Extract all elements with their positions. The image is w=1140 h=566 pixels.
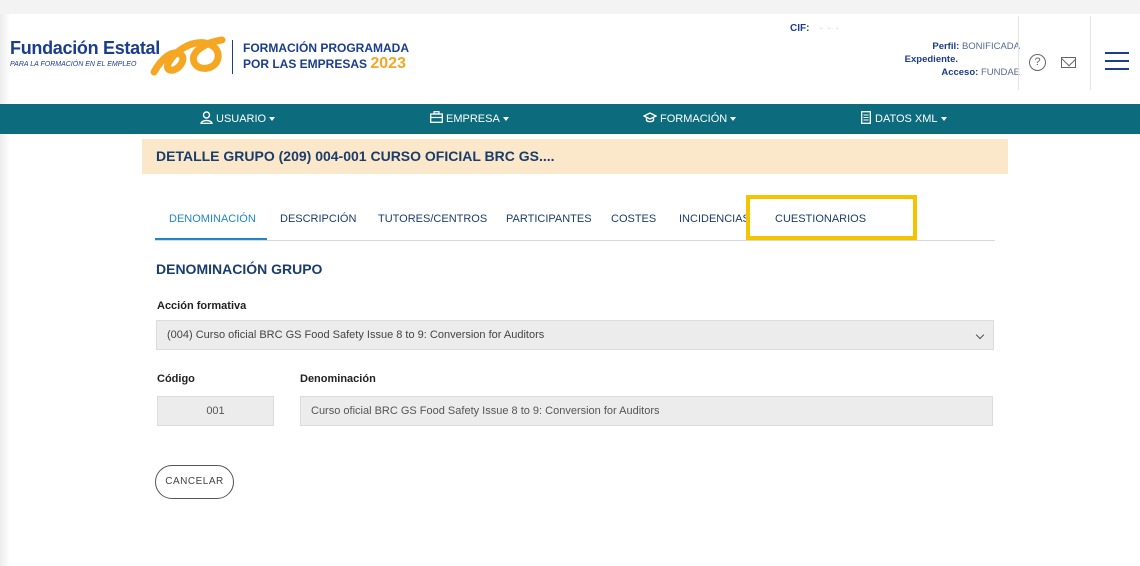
tab-tutores-centros[interactable]: TUTORES/CENTROS [378, 209, 487, 240]
highlight-box [746, 195, 917, 240]
acceso-value: FUNDAE [980, 67, 1020, 78]
tab-denominacion[interactable]: DENOMINACIÓN [155, 209, 267, 240]
codigo-field[interactable]: 001 [157, 396, 274, 426]
program-title: FORMACIÓN PROGRAMADA POR LAS EMPRESAS 20… [243, 40, 409, 72]
cancel-button[interactable]: CANCELAR [155, 465, 234, 499]
accion-formativa-label: Acción formativa [157, 300, 247, 312]
caret-down-icon [269, 117, 276, 122]
perfil-value: BONIFICADA [961, 41, 1020, 52]
expediente-label: Expediente. [904, 54, 958, 65]
accion-formativa-value: (004) Curso oficial BRC GS Food Safety I… [167, 329, 545, 341]
perfil-row: Perfil: BONIFICADA [905, 40, 1020, 53]
section-title: DENOMINACIÓN GRUPO [156, 261, 323, 277]
nav-empresa-label: EMPRESA [446, 113, 500, 125]
program-year: 2023 [370, 55, 406, 72]
denominacion-label: Denominación [300, 373, 376, 385]
caret-down-icon [940, 117, 947, 122]
program-line-2: POR LAS EMPRESAS 2023 [243, 56, 409, 72]
top-strip [0, 0, 1140, 14]
brand-subtitle: PARA LA FORMACIÓN EN EL EMPLEO [10, 61, 137, 68]
program-line-2-text: POR LAS EMPRESAS [243, 57, 368, 71]
page-title: DETALLE GRUPO (209) 004-001 CURSO OFICIA… [156, 148, 555, 164]
caret-down-icon [502, 117, 509, 122]
nav-usuario[interactable]: USUARIO [200, 104, 276, 134]
menu-bar [1105, 68, 1129, 70]
tab-participantes[interactable]: PARTICIPANTES [506, 209, 592, 240]
fundae-logo [150, 36, 226, 76]
expediente-row: Expediente. [905, 53, 1020, 66]
cif-value: · · · [819, 23, 840, 34]
nav-datos-xml-label: DATOS XML [875, 113, 938, 125]
brand-title: Fundación Estatal [10, 38, 160, 58]
perfil-label: Perfil: [932, 41, 960, 52]
tab-incidencias[interactable]: INCIDENCIAS [679, 209, 750, 240]
program-line-1: FORMACIÓN PROGRAMADA [243, 41, 409, 55]
page: Fundación Estatal PARA LA FORMACIÓN EN E… [0, 0, 1140, 566]
left-shadow [0, 14, 10, 566]
tab-costes[interactable]: COSTES [611, 209, 656, 240]
help-circle-icon[interactable]: ? [1029, 54, 1046, 71]
acceso-label: Acceso: [941, 67, 979, 78]
nav-datos-xml[interactable]: DATOS XML [861, 104, 947, 134]
hamburger-menu-icon[interactable] [1105, 52, 1129, 70]
document-icon [861, 111, 871, 124]
mail-icon[interactable] [1061, 57, 1076, 68]
page-title-band: DETALLE GRUPO (209) 004-001 CURSO OFICIA… [142, 139, 1008, 174]
accion-formativa-select[interactable]: (004) Curso oficial BRC GS Food Safety I… [156, 320, 994, 350]
nav-formacion[interactable]: FORMACIÓN [642, 104, 737, 134]
user-icon [200, 111, 213, 125]
nav-usuario-label: USUARIO [216, 113, 267, 125]
codigo-label: Código [157, 373, 195, 385]
brand-block[interactable]: Fundación Estatal PARA LA FORMACIÓN EN E… [10, 38, 160, 68]
menu-bar [1105, 52, 1129, 54]
header-divider [232, 40, 233, 74]
header: Fundación Estatal PARA LA FORMACIÓN EN E… [10, 14, 1140, 90]
header-separator [1018, 16, 1019, 90]
menu-bar [1105, 60, 1129, 62]
profile-info: Perfil: BONIFICADA Expediente. Acceso: F… [905, 40, 1020, 79]
tab-descripcion[interactable]: DESCRIPCIÓN [280, 209, 356, 240]
nav-formacion-label: FORMACIÓN [660, 113, 728, 125]
briefcase-icon [430, 111, 443, 123]
graduation-cap-icon [642, 112, 658, 123]
main-navbar: USUARIO EMPRESA FORMACIÓN DATOS XML [0, 104, 1140, 134]
chevron-down-icon [975, 330, 985, 340]
mail-flap [1062, 58, 1075, 67]
acceso-row: Acceso: FUNDAE [905, 66, 1020, 79]
nav-empresa[interactable]: EMPRESA [430, 104, 509, 134]
cif: CIF: · · · [790, 23, 840, 34]
caret-down-icon [730, 117, 737, 122]
header-separator-2 [1090, 16, 1091, 90]
denominacion-field[interactable]: Curso oficial BRC GS Food Safety Issue 8… [300, 396, 993, 426]
cif-label: CIF: [790, 23, 810, 34]
